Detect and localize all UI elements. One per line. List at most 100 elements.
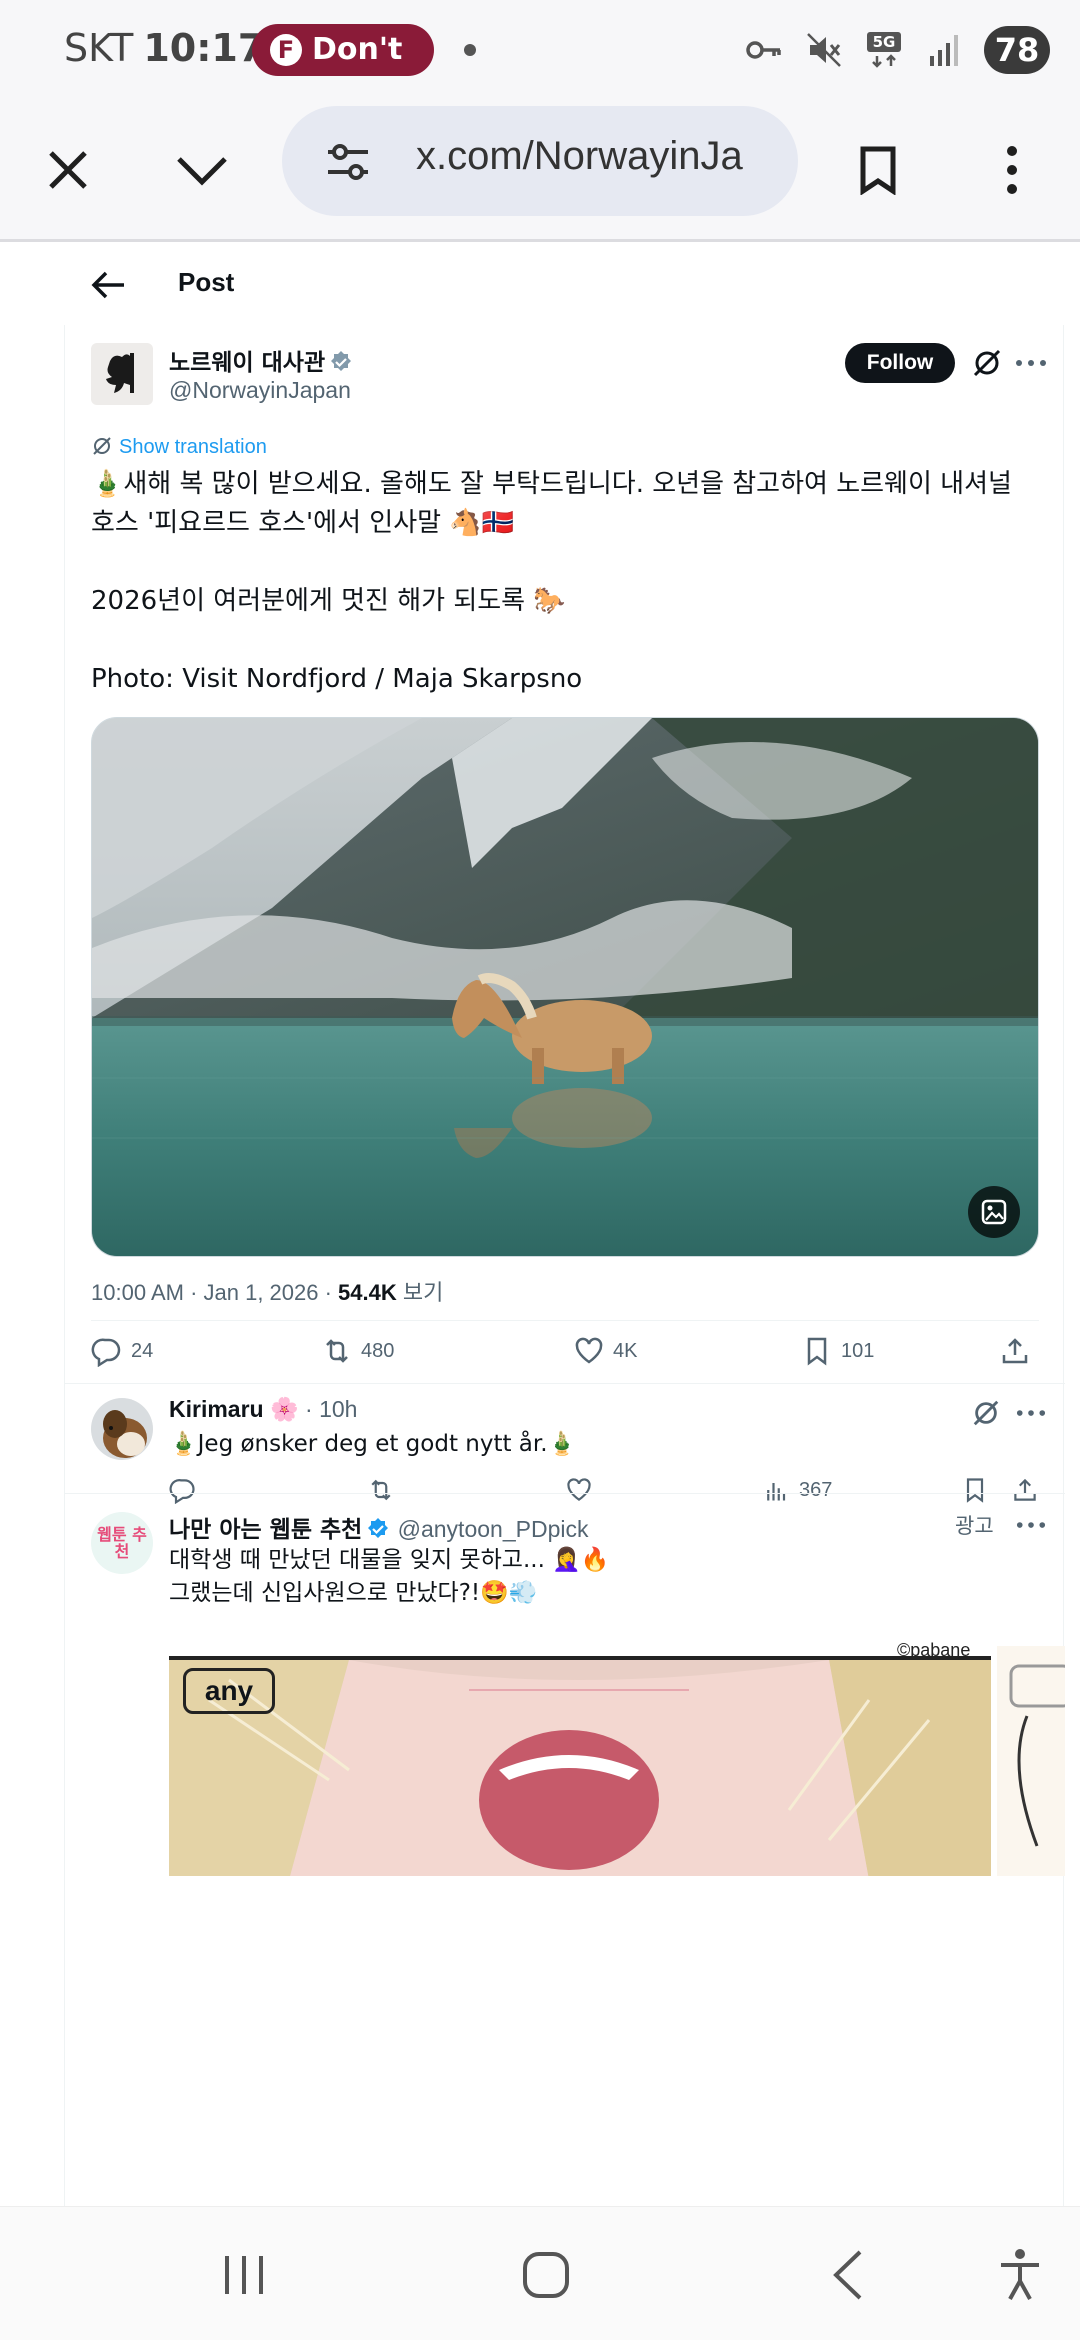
share-button[interactable] [999, 1335, 1031, 1367]
reply-icon [91, 1338, 121, 1367]
ad-text: 대학생 때 만났던 대물을 잊지 못하고... 🤦‍♀️🔥 그랬는데 신입사원으… [169, 1544, 609, 1610]
image-alt-button[interactable] [968, 1186, 1020, 1238]
ad-image[interactable]: any [169, 1656, 991, 1876]
notification-pill[interactable]: F Don't [252, 24, 434, 76]
coat-of-arms-icon [106, 353, 134, 393]
ad-author[interactable]: 나만 아는 웹툰 추천 @anytoon_PDpick [169, 1510, 588, 1544]
show-translation-link[interactable]: Show translation [91, 435, 267, 459]
menu-icon [1007, 146, 1017, 194]
promoted-post[interactable]: 웹툰 추천 나만 아는 웹툰 추천 @anytoon_PDpick 광고 대학생… [65, 1493, 1065, 1876]
browser-menu-button[interactable] [980, 138, 1044, 202]
more-options-icon[interactable] [1011, 1398, 1051, 1428]
reply-item[interactable]: Kirimaru 🌸 · 10h 🎍Jeg ønsker deg et godt… [65, 1383, 1065, 1504]
like-button[interactable]: 4K [573, 1335, 637, 1367]
app-f-icon: F [270, 34, 302, 66]
author-name-text: 노르웨이 대사관 [169, 350, 326, 376]
avatar[interactable]: 웹툰 추천 [91, 1512, 153, 1574]
bookmark-icon [807, 1337, 827, 1366]
image-icon [981, 1199, 1007, 1225]
ad-image-next[interactable] [997, 1646, 1065, 1876]
reply-button[interactable]: 24 [91, 1335, 153, 1367]
post-text-line: 2026년이 여러분에게 멋진 해가 되도록 🐎 [91, 586, 566, 616]
fjord-horse-image [92, 718, 1038, 1256]
reply-author-emoji: 🌸 [269, 1396, 299, 1422]
verified-badge-icon [368, 1518, 389, 1538]
post-text-line: Photo: Visit Nordfjord / Maja Skarpsno [91, 664, 583, 694]
back-arrow-icon[interactable] [88, 265, 128, 305]
repost-count: 480 [361, 1339, 395, 1362]
site-settings-icon[interactable] [324, 140, 372, 184]
ad-label: 광고 [955, 1514, 994, 1538]
home-button[interactable] [516, 2247, 576, 2303]
notification-dot-icon [464, 44, 476, 56]
post-timestamp: 10:00 AM · Jan 1, 2026 · 54.4K 보기 [91, 1275, 443, 1307]
grok-icon[interactable] [971, 347, 1003, 379]
recents-button[interactable] [214, 2247, 274, 2303]
accessibility-icon [1001, 2249, 1039, 2300]
notification-pill-label: Don't [312, 32, 403, 67]
clock: 10:17 [143, 26, 265, 70]
verified-badge-icon [331, 351, 352, 371]
home-icon [523, 2252, 569, 2298]
back-button[interactable] [818, 2247, 878, 2303]
post-photo[interactable] [91, 717, 1039, 1257]
carrier: SKT [64, 26, 134, 70]
avatar[interactable] [91, 343, 153, 405]
reply-text: 🎍Jeg ønsker deg et godt nytt år.🎍 [169, 1431, 577, 1457]
mute-icon [807, 33, 841, 67]
follow-button[interactable]: Follow [845, 343, 955, 383]
bookmark-button[interactable]: 101 [801, 1335, 874, 1367]
page-title: Post [178, 267, 235, 297]
carrier-time: SKT 10:17 [64, 26, 264, 70]
author-handle[interactable]: @NorwayinJapan [169, 377, 351, 404]
grok-icon[interactable] [971, 1398, 1001, 1428]
chevron-down-icon [177, 157, 227, 186]
battery-indicator: 78 [984, 26, 1050, 74]
webtoon-image-next [997, 1646, 1065, 1876]
reply-count: 24 [131, 1339, 154, 1362]
ad-text-line: 그랬는데 신입사원으로 만났다?!🤩💨 [169, 1580, 538, 1606]
post-card: 노르웨이 대사관 @NorwayinJapan Follow Show tran… [64, 325, 1065, 2206]
ad-author-handle: @anytoon_PDpick [397, 1516, 589, 1542]
5g-icon: 5G [867, 32, 901, 68]
close-tab-button[interactable] [36, 138, 100, 202]
recents-icon [225, 2256, 263, 2294]
repost-button[interactable]: 480 [321, 1335, 394, 1367]
signal-icon [930, 35, 958, 66]
view-count: 54.4K [338, 1280, 397, 1305]
ad-author-name: 나만 아는 웹툰 추천 [169, 1517, 363, 1543]
avatar[interactable] [91, 1398, 153, 1460]
more-options-icon[interactable] [1011, 347, 1051, 379]
bookmark-count: 101 [841, 1339, 875, 1362]
svg-text:5G: 5G [873, 33, 896, 51]
reply-author-name: Kirimaru [169, 1396, 264, 1422]
post-actions: 24 480 4K 101 [91, 1325, 1039, 1375]
post-text: 🎍새해 복 많이 받으세요. 올해도 잘 부탁드립니다. 오년을 참고하여 노르… [91, 465, 1041, 699]
url-text: x.com/NorwayinJa [416, 134, 743, 178]
post-header: Post [0, 245, 1080, 325]
status-icons: 5G 78 [744, 24, 1050, 76]
divider [91, 1320, 1039, 1321]
author-name[interactable]: 노르웨이 대사관 [169, 343, 353, 377]
ad-text-line: 대학생 때 만났던 대물을 잊지 못하고... 🤦‍♀️🔥 [169, 1547, 610, 1573]
views-label: 보기 [396, 1280, 444, 1305]
webtoon-image [169, 1660, 991, 1876]
reply-time: · 10h [298, 1396, 358, 1422]
more-options-icon[interactable] [1011, 1510, 1051, 1540]
collapse-button[interactable] [170, 138, 234, 202]
grok-translate-icon [93, 437, 111, 455]
close-icon [49, 151, 87, 189]
show-translation-label: Show translation [119, 436, 267, 458]
reply-author[interactable]: Kirimaru 🌸 · 10h [169, 1396, 357, 1423]
accessibility-button[interactable] [990, 2247, 1050, 2303]
timestamp-text: 10:00 AM · Jan 1, 2026 · [91, 1280, 339, 1305]
bookmark-icon [860, 146, 896, 195]
heart-icon [575, 1337, 603, 1364]
address-bar[interactable]: x.com/NorwayinJa [282, 106, 798, 216]
bookmark-page-button[interactable] [846, 138, 910, 202]
share-icon [1002, 1338, 1028, 1364]
dog-avatar-image [91, 1398, 153, 1460]
repost-icon [326, 1339, 348, 1363]
back-icon [833, 2250, 862, 2300]
brand-logo: any [183, 1668, 275, 1714]
